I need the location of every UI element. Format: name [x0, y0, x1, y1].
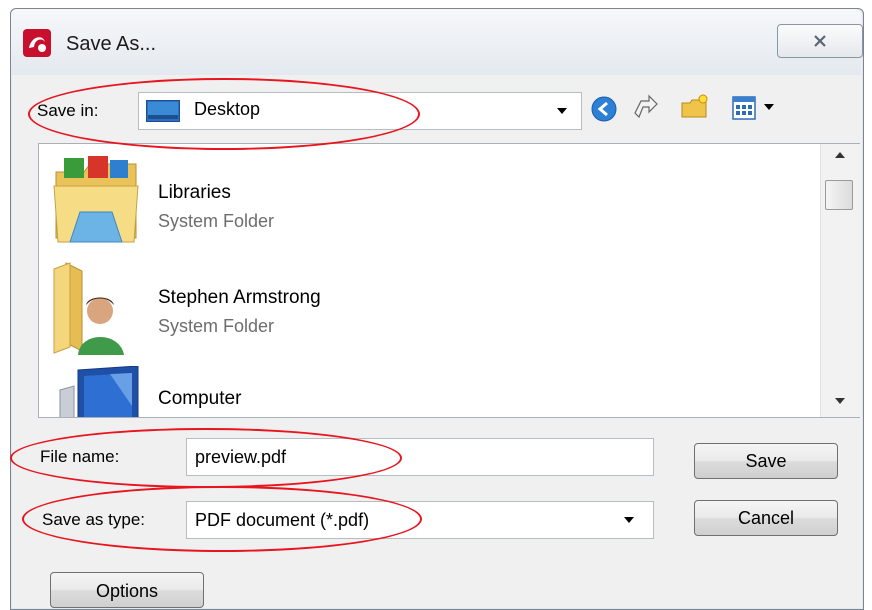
- highlight-ring-save-as-type: [22, 486, 422, 552]
- close-button[interactable]: [777, 24, 863, 58]
- chevron-down-icon[interactable]: [557, 108, 567, 114]
- highlight-ring-file-name: [10, 428, 402, 488]
- highlight-ring-save-in: [28, 78, 420, 150]
- list-item-type: System Folder: [158, 211, 275, 231]
- up-folder-icon[interactable]: [631, 93, 661, 123]
- scroll-down-icon[interactable]: [835, 398, 845, 404]
- save-button[interactable]: Save: [694, 443, 838, 479]
- list-item-name: Computer: [158, 388, 242, 409]
- list-border: [38, 417, 860, 418]
- app-icon: [23, 29, 51, 57]
- view-menu-icon[interactable]: [732, 96, 756, 120]
- cancel-button[interactable]: Cancel: [694, 500, 838, 536]
- back-icon[interactable]: [590, 95, 618, 123]
- scroll-up-icon[interactable]: [835, 152, 845, 158]
- libraries-folder-icon: [53, 156, 139, 243]
- options-button[interactable]: Options: [50, 572, 204, 608]
- list-item-name: Stephen Armstrong: [158, 287, 321, 308]
- close-icon: [814, 35, 826, 47]
- user-folder-icon: [53, 262, 124, 355]
- view-chevron-down-icon[interactable]: [764, 104, 774, 110]
- computer-icon: [59, 366, 139, 418]
- type-chevron-down-icon[interactable]: [624, 517, 634, 523]
- new-folder-icon[interactable]: [680, 93, 710, 123]
- dialog-title: Save As...: [66, 33, 157, 55]
- list-item-name: Libraries: [158, 182, 231, 203]
- list-item-type: System Folder: [158, 316, 275, 336]
- scrollbar-thumb[interactable]: [825, 180, 853, 210]
